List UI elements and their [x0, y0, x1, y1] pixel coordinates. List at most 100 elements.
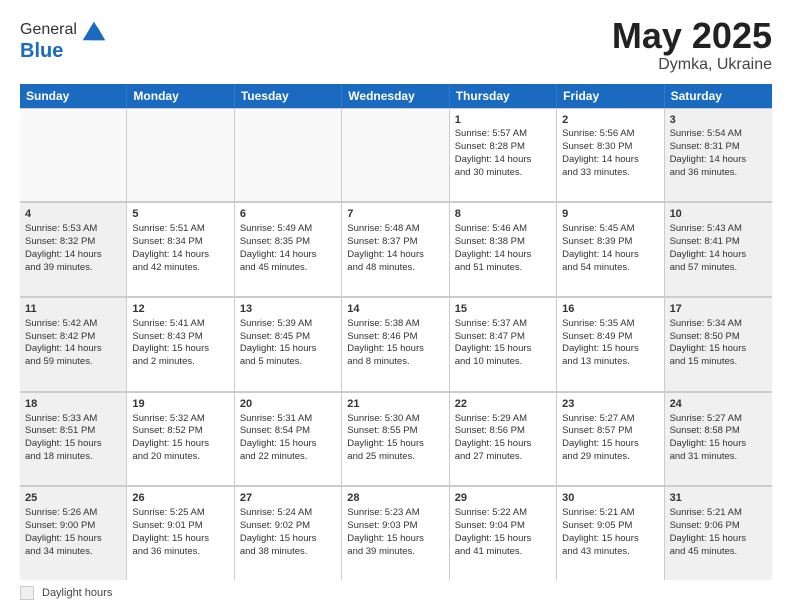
day-info: Daylight: 15 hours: [240, 533, 336, 546]
day-info: and 33 minutes.: [562, 167, 658, 180]
day-info: Daylight: 14 hours: [562, 249, 658, 262]
day-info: Sunset: 8:49 PM: [562, 331, 658, 344]
cal-week-1: 1Sunrise: 5:57 AMSunset: 8:28 PMDaylight…: [20, 108, 772, 203]
day-info: Daylight: 15 hours: [562, 438, 658, 451]
day-info: Sunrise: 5:39 AM: [240, 318, 336, 331]
day-number: 27: [240, 491, 336, 506]
day-info: Daylight: 15 hours: [455, 438, 551, 451]
day-info: Sunset: 8:30 PM: [562, 141, 658, 154]
day-number: 24: [670, 397, 767, 412]
day-info: Sunset: 8:52 PM: [132, 425, 228, 438]
day-info: Daylight: 15 hours: [132, 533, 228, 546]
day-info: Sunrise: 5:31 AM: [240, 413, 336, 426]
logo-general-text: General: [20, 21, 77, 39]
day-info: and 54 minutes.: [562, 262, 658, 275]
title-location: Dymka, Ukraine: [612, 56, 772, 74]
day-info: Daylight: 15 hours: [455, 533, 551, 546]
day-info: Daylight: 15 hours: [455, 343, 551, 356]
day-number: 18: [25, 397, 121, 412]
day-info: Sunrise: 5:25 AM: [132, 507, 228, 520]
day-info: Daylight: 15 hours: [562, 343, 658, 356]
legend: Daylight hours: [20, 580, 772, 602]
cal-cell: 16Sunrise: 5:35 AMSunset: 8:49 PMDayligh…: [557, 297, 664, 391]
day-info: Sunrise: 5:37 AM: [455, 318, 551, 331]
day-info: and 10 minutes.: [455, 356, 551, 369]
day-info: and 59 minutes.: [25, 356, 121, 369]
day-info: Sunrise: 5:46 AM: [455, 223, 551, 236]
day-number: 14: [347, 302, 443, 317]
cal-cell: 6Sunrise: 5:49 AMSunset: 8:35 PMDaylight…: [235, 202, 342, 296]
day-number: 25: [25, 491, 121, 506]
cal-week-5: 25Sunrise: 5:26 AMSunset: 9:00 PMDayligh…: [20, 486, 772, 580]
cal-cell: 8Sunrise: 5:46 AMSunset: 8:38 PMDaylight…: [450, 202, 557, 296]
day-info: and 27 minutes.: [455, 451, 551, 464]
day-info: and 57 minutes.: [670, 262, 767, 275]
day-info: Sunset: 9:06 PM: [670, 520, 767, 533]
logo: General Blue: [20, 16, 107, 63]
day-info: Sunset: 8:31 PM: [670, 141, 767, 154]
day-info: and 41 minutes.: [455, 546, 551, 559]
day-info: Daylight: 15 hours: [240, 438, 336, 451]
cal-cell: 5Sunrise: 5:51 AMSunset: 8:34 PMDaylight…: [127, 202, 234, 296]
cal-cell: 25Sunrise: 5:26 AMSunset: 9:00 PMDayligh…: [20, 486, 127, 580]
cal-cell: 9Sunrise: 5:45 AMSunset: 8:39 PMDaylight…: [557, 202, 664, 296]
day-number: 15: [455, 302, 551, 317]
title-month: May 2025: [612, 16, 772, 56]
day-info: Sunrise: 5:57 AM: [455, 128, 551, 141]
day-info: Sunset: 9:00 PM: [25, 520, 121, 533]
day-info: and 38 minutes.: [240, 546, 336, 559]
day-info: and 51 minutes.: [455, 262, 551, 275]
day-info: Daylight: 14 hours: [455, 154, 551, 167]
day-number: 20: [240, 397, 336, 412]
day-info: Sunrise: 5:27 AM: [670, 413, 767, 426]
cal-week-2: 4Sunrise: 5:53 AMSunset: 8:32 PMDaylight…: [20, 202, 772, 297]
cal-cell: 22Sunrise: 5:29 AMSunset: 8:56 PMDayligh…: [450, 392, 557, 486]
title-block: May 2025 Dymka, Ukraine: [612, 16, 772, 74]
day-info: Sunset: 8:41 PM: [670, 236, 767, 249]
cal-cell: [20, 108, 127, 202]
day-info: Daylight: 15 hours: [25, 533, 121, 546]
day-info: and 36 minutes.: [132, 546, 228, 559]
day-info: Daylight: 14 hours: [25, 343, 121, 356]
day-info: Sunset: 9:04 PM: [455, 520, 551, 533]
day-info: Sunrise: 5:35 AM: [562, 318, 658, 331]
day-info: Daylight: 14 hours: [347, 249, 443, 262]
day-info: Sunset: 9:02 PM: [240, 520, 336, 533]
day-info: Sunrise: 5:21 AM: [670, 507, 767, 520]
day-info: and 18 minutes.: [25, 451, 121, 464]
day-info: Sunset: 8:54 PM: [240, 425, 336, 438]
legend-label: Daylight hours: [42, 587, 112, 599]
cal-cell: 18Sunrise: 5:33 AMSunset: 8:51 PMDayligh…: [20, 392, 127, 486]
day-info: Sunset: 8:57 PM: [562, 425, 658, 438]
day-info: Sunrise: 5:22 AM: [455, 507, 551, 520]
day-number: 28: [347, 491, 443, 506]
day-info: Sunset: 9:01 PM: [132, 520, 228, 533]
cal-header-wednesday: Wednesday: [342, 84, 449, 108]
day-info: and 8 minutes.: [347, 356, 443, 369]
day-number: 4: [25, 207, 121, 222]
cal-cell: 11Sunrise: 5:42 AMSunset: 8:42 PMDayligh…: [20, 297, 127, 391]
day-info: and 5 minutes.: [240, 356, 336, 369]
day-number: 19: [132, 397, 228, 412]
cal-header-monday: Monday: [127, 84, 234, 108]
cal-cell: 29Sunrise: 5:22 AMSunset: 9:04 PMDayligh…: [450, 486, 557, 580]
day-info: Sunset: 8:28 PM: [455, 141, 551, 154]
day-info: Daylight: 14 hours: [240, 249, 336, 262]
day-info: Daylight: 15 hours: [240, 343, 336, 356]
day-info: Daylight: 15 hours: [670, 438, 767, 451]
day-info: and 42 minutes.: [132, 262, 228, 275]
day-info: Sunrise: 5:34 AM: [670, 318, 767, 331]
cal-header-friday: Friday: [557, 84, 664, 108]
day-info: Sunset: 8:39 PM: [562, 236, 658, 249]
day-info: Daylight: 15 hours: [670, 533, 767, 546]
day-number: 12: [132, 302, 228, 317]
day-number: 11: [25, 302, 121, 317]
day-info: Daylight: 15 hours: [670, 343, 767, 356]
cal-cell: 21Sunrise: 5:30 AMSunset: 8:55 PMDayligh…: [342, 392, 449, 486]
cal-cell: 3Sunrise: 5:54 AMSunset: 8:31 PMDaylight…: [665, 108, 772, 202]
cal-cell: 27Sunrise: 5:24 AMSunset: 9:02 PMDayligh…: [235, 486, 342, 580]
cal-header-sunday: Sunday: [20, 84, 127, 108]
day-number: 23: [562, 397, 658, 412]
calendar-body: 1Sunrise: 5:57 AMSunset: 8:28 PMDaylight…: [20, 108, 772, 580]
day-info: Sunset: 8:56 PM: [455, 425, 551, 438]
